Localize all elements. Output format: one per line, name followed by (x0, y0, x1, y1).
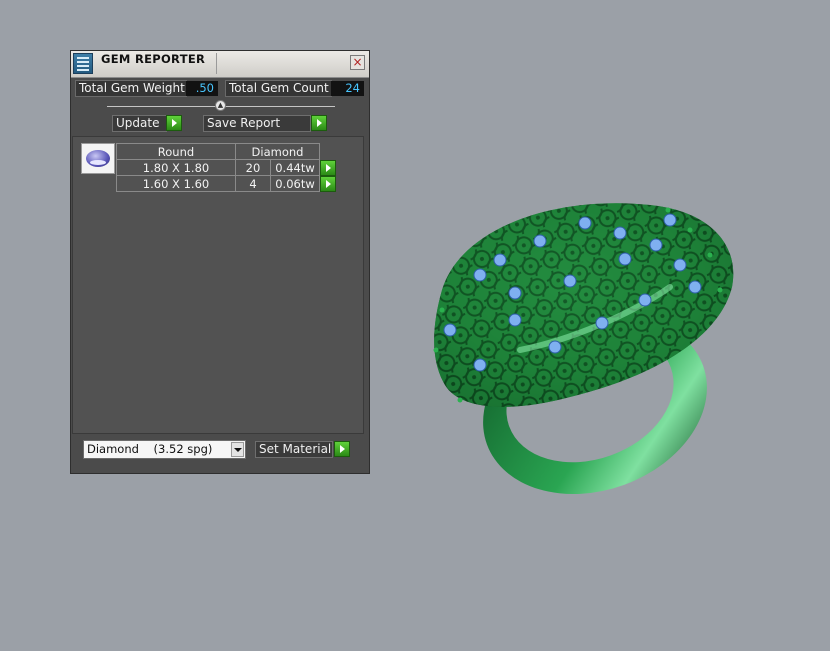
gem-size-cell: 1.60 X 1.60 (116, 175, 236, 192)
save-report-label: Save Report (207, 116, 281, 130)
ring-3d-model[interactable] (420, 175, 750, 505)
gem-table-header: Round Diamond (116, 143, 337, 160)
material-select[interactable]: Diamond (3.52 spg) (83, 440, 246, 459)
select-row-go-icon[interactable] (320, 159, 336, 176)
gem-size-cell: 1.80 X 1.80 (116, 159, 236, 176)
material-header: Diamond (235, 143, 320, 160)
chevron-down-icon[interactable] (231, 442, 244, 457)
material-selected-value: Diamond (3.52 spg) (87, 442, 213, 456)
total-gem-weight-label: Total Gem Weight (75, 80, 187, 97)
shape-header: Round (116, 143, 236, 160)
title-divider (216, 53, 217, 74)
close-icon[interactable]: × (350, 55, 365, 70)
update-button[interactable]: Update (112, 115, 167, 132)
update-label: Update (116, 116, 160, 130)
gem-table: Round Diamond 1.80 X 1.80 20 0.44tw 1.60… (116, 143, 337, 192)
save-report-button[interactable]: Save Report (203, 115, 311, 132)
select-row-go-icon[interactable] (320, 175, 336, 192)
title-bar[interactable]: GEM REPORTER × (71, 51, 369, 78)
gem-reporter-app-icon (73, 53, 93, 74)
gem-count-cell: 20 (235, 159, 271, 176)
set-material-button[interactable]: Set Material (255, 441, 333, 458)
gem-weight-cell: 0.06tw (270, 175, 320, 192)
set-material-label: Set Material (259, 442, 332, 456)
update-go-icon[interactable] (166, 115, 182, 131)
set-material-go-icon[interactable] (334, 441, 350, 457)
round-gem-icon[interactable] (81, 143, 115, 174)
table-row[interactable]: 1.80 X 1.80 20 0.44tw (116, 159, 337, 176)
gem-weight-cell: 0.44tw (270, 159, 320, 176)
window-title: GEM REPORTER (101, 52, 206, 66)
save-report-go-icon[interactable] (311, 115, 327, 131)
gem-count-cell: 4 (235, 175, 271, 192)
total-gem-count-label: Total Gem Count (225, 80, 332, 97)
total-gem-count-value: 24 (331, 81, 364, 96)
gem-reporter-panel: GEM REPORTER × Total Gem Weight .50 Tota… (70, 50, 370, 474)
table-row[interactable]: 1.60 X 1.60 4 0.06tw (116, 175, 337, 192)
total-gem-weight-value: .50 (186, 81, 218, 96)
collapse-up-icon[interactable]: ▲ (215, 100, 226, 111)
